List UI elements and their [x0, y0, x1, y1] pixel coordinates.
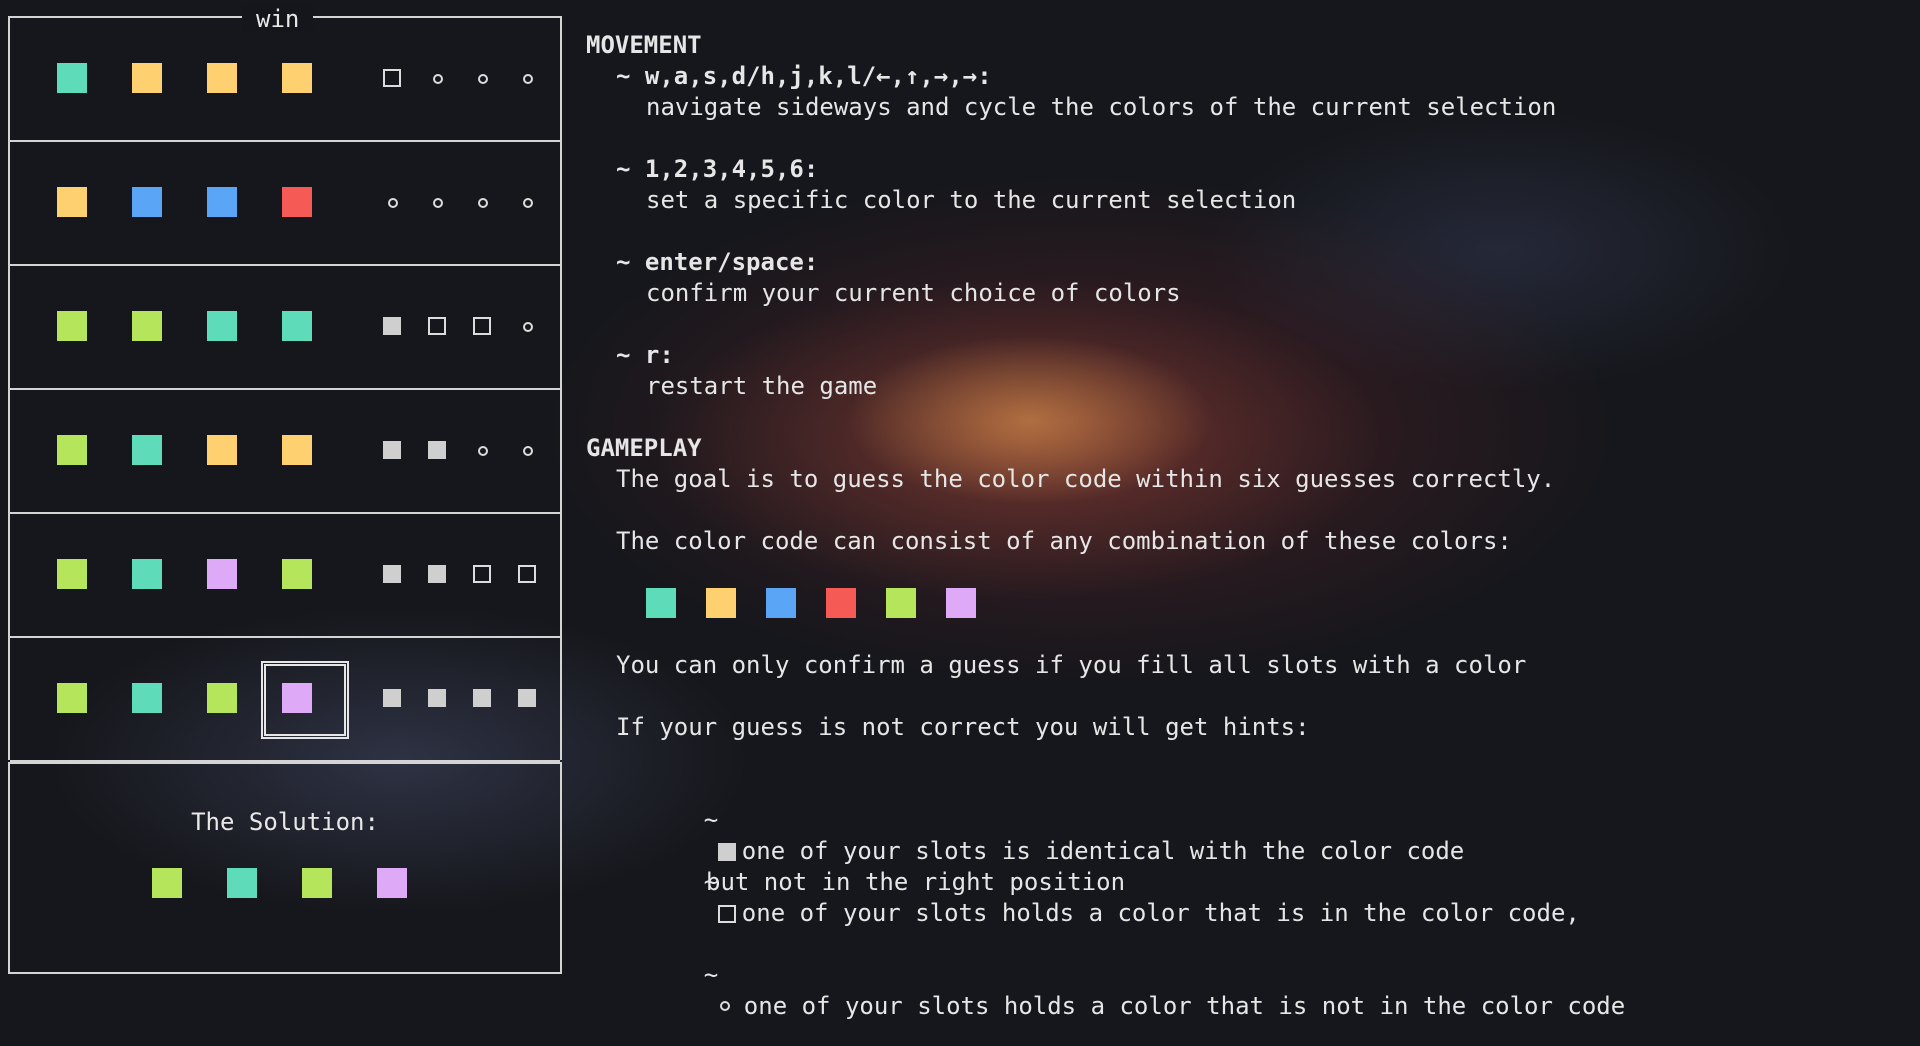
color-peg-yellow	[207, 435, 237, 465]
guess-row	[10, 514, 560, 638]
not-in-code-hint-icon	[427, 68, 447, 88]
wrong-position-hint-icon	[382, 68, 402, 88]
solution-peg-teal	[227, 868, 257, 898]
color-peg-green	[57, 435, 87, 465]
palette-swatch-red	[826, 588, 856, 618]
palette-swatch-purple	[946, 588, 976, 618]
not-in-code-hint-icon	[472, 68, 492, 88]
not-in-code-hint-icon	[517, 440, 537, 460]
palette-swatch-blue	[766, 588, 796, 618]
color-peg-green	[57, 311, 87, 341]
guess-board-frame: win	[8, 6, 562, 762]
color-peg-yellow	[57, 187, 87, 217]
hint-hollow-text: one of your slots holds a color that is …	[741, 899, 1580, 927]
correct-position-hint-icon	[517, 688, 537, 708]
selection-cursor	[261, 661, 349, 739]
wrong-position-hint-icon	[472, 564, 492, 584]
solution-title: The Solution:	[191, 808, 379, 836]
key-desc-navigate: navigate sideways and cycle the colors o…	[646, 93, 1557, 121]
tilde-bullet: ~	[703, 961, 719, 989]
color-peg-teal	[282, 311, 312, 341]
tilde-bullet: ~	[703, 806, 719, 834]
color-peg-teal	[57, 63, 87, 93]
color-peg-yellow	[282, 435, 312, 465]
movement-heading: MOVEMENT	[586, 31, 702, 59]
guess-row	[10, 390, 560, 514]
solution-peg-green	[302, 868, 332, 898]
not-in-code-hint-icon	[427, 192, 447, 212]
hint-dot-text: one of your slots holds a color that is …	[743, 992, 1626, 1020]
solution-panel: The Solution:	[8, 762, 562, 974]
correct-position-hint-icon	[382, 688, 402, 708]
color-peg-teal	[132, 435, 162, 465]
not-in-code-hint-icon	[472, 440, 492, 460]
gameplay-heading: GAMEPLAY	[586, 434, 702, 462]
wrong-position-hint-icon	[517, 564, 537, 584]
palette-swatch-teal	[646, 588, 676, 618]
palette-swatch-yellow	[706, 588, 736, 618]
key-label-restart: ~ r:	[616, 341, 674, 369]
help-panel: MOVEMENT ~ w,a,s,d/h,j,k,l/←,↑,→,→: navi…	[586, 30, 1625, 1020]
correct-position-hint-icon	[427, 688, 447, 708]
color-peg-teal	[132, 559, 162, 589]
correct-position-hint-icon	[382, 564, 402, 584]
color-peg-blue	[207, 187, 237, 217]
color-peg-green[interactable]	[207, 683, 237, 713]
wrong-position-hint-icon	[427, 316, 447, 336]
palette-swatch-green	[886, 588, 916, 618]
key-label-navigate: ~ w,a,s,d/h,j,k,l/←,↑,→,→:	[616, 62, 992, 90]
not-in-code-hint-icon	[382, 192, 402, 212]
hints-intro: If your guess is not correct you will ge…	[616, 713, 1310, 741]
wrong-position-hint-icon	[472, 316, 492, 336]
color-peg-red	[282, 187, 312, 217]
color-peg-green	[282, 559, 312, 589]
key-desc-restart: restart the game	[646, 372, 878, 400]
not-in-code-hint-icon	[517, 192, 537, 212]
not-in-code-hint-icon	[472, 192, 492, 212]
guess-row	[10, 266, 560, 390]
key-desc-numbers: set a specific color to the current sele…	[646, 186, 1297, 214]
hint-hollow-text-cont: but not in the right position	[706, 868, 1126, 896]
correct-position-hint-icon	[382, 440, 402, 460]
color-peg-blue	[132, 187, 162, 217]
guess-row	[10, 18, 560, 142]
colors-text: The color code can consist of any combin…	[616, 527, 1512, 555]
color-peg-yellow	[132, 63, 162, 93]
goal-text: The goal is to guess the color code with…	[616, 465, 1556, 493]
correct-position-hint-icon	[427, 564, 447, 584]
color-peg-green	[132, 311, 162, 341]
color-peg-yellow	[282, 63, 312, 93]
confirm-text: You can only confirm a guess if you fill…	[616, 651, 1527, 679]
key-desc-confirm: confirm your current choice of colors	[646, 279, 1181, 307]
key-label-numbers: ~ 1,2,3,4,5,6:	[616, 155, 819, 183]
correct-position-hint-icon	[427, 440, 447, 460]
game-board: win The Solution:	[8, 6, 562, 976]
color-peg-teal	[207, 311, 237, 341]
color-peg-green[interactable]	[57, 683, 87, 713]
hint-dot-item: ~ one of your slots holds a color that i…	[646, 929, 1625, 1046]
hollow-square-icon	[717, 905, 736, 923]
solution-peg-green	[152, 868, 182, 898]
not-in-code-hint-icon	[517, 316, 537, 336]
key-label-confirm: ~ enter/space:	[616, 248, 819, 276]
color-peg-green	[57, 559, 87, 589]
not-in-code-hint-icon	[517, 68, 537, 88]
solution-peg-purple	[377, 868, 407, 898]
correct-position-hint-icon	[472, 688, 492, 708]
color-peg-yellow	[207, 63, 237, 93]
dot-icon	[719, 1001, 730, 1011]
color-peg-teal[interactable]	[132, 683, 162, 713]
color-peg-purple	[207, 559, 237, 589]
guess-row	[10, 638, 560, 762]
correct-position-hint-icon	[382, 316, 402, 336]
guess-row	[10, 142, 560, 266]
